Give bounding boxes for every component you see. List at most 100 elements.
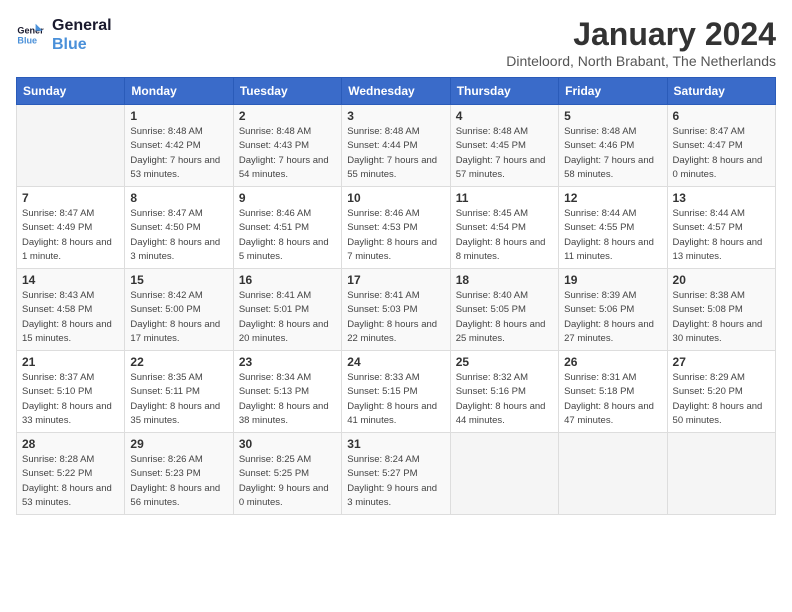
day-info: Sunrise: 8:48 AMSunset: 4:44 PMDaylight:… bbox=[347, 125, 444, 182]
weekday-header-wednesday: Wednesday bbox=[342, 78, 450, 105]
weekday-header-saturday: Saturday bbox=[667, 78, 775, 105]
day-number: 28 bbox=[22, 437, 119, 451]
day-number: 6 bbox=[673, 109, 770, 123]
day-info: Sunrise: 8:48 AMSunset: 4:45 PMDaylight:… bbox=[456, 125, 553, 182]
day-number: 1 bbox=[130, 109, 227, 123]
day-info: Sunrise: 8:28 AMSunset: 5:22 PMDaylight:… bbox=[22, 453, 119, 510]
weekday-header-tuesday: Tuesday bbox=[233, 78, 341, 105]
day-number: 24 bbox=[347, 355, 444, 369]
day-info: Sunrise: 8:39 AMSunset: 5:06 PMDaylight:… bbox=[564, 289, 661, 346]
day-info: Sunrise: 8:34 AMSunset: 5:13 PMDaylight:… bbox=[239, 371, 336, 428]
day-info: Sunrise: 8:45 AMSunset: 4:54 PMDaylight:… bbox=[456, 207, 553, 264]
day-info: Sunrise: 8:26 AMSunset: 5:23 PMDaylight:… bbox=[130, 453, 227, 510]
calendar-cell: 14 Sunrise: 8:43 AMSunset: 4:58 PMDayligh… bbox=[17, 269, 125, 351]
calendar-cell: 4 Sunrise: 8:48 AMSunset: 4:45 PMDaylight… bbox=[450, 105, 558, 187]
calendar-cell: 26Sunrise: 8:31 AMSunset: 5:18 PMDayligh… bbox=[559, 351, 667, 433]
day-info: Sunrise: 8:46 AMSunset: 4:53 PMDaylight:… bbox=[347, 207, 444, 264]
day-number: 26 bbox=[564, 355, 661, 369]
calendar-week-row: 14 Sunrise: 8:43 AMSunset: 4:58 PMDayligh… bbox=[17, 269, 776, 351]
day-number: 25 bbox=[456, 355, 553, 369]
day-info: Sunrise: 8:46 AMSunset: 4:51 PMDaylight:… bbox=[239, 207, 336, 264]
day-info: Sunrise: 8:29 AMSunset: 5:20 PMDaylight:… bbox=[673, 371, 770, 428]
calendar-body: 1 Sunrise: 8:48 AMSunset: 4:42 PMDaylight… bbox=[17, 105, 776, 515]
day-info: Sunrise: 8:47 AMSunset: 4:49 PMDaylight:… bbox=[22, 207, 119, 264]
day-number: 10 bbox=[347, 191, 444, 205]
calendar-week-row: 7 Sunrise: 8:47 AMSunset: 4:49 PMDaylight… bbox=[17, 187, 776, 269]
day-number: 16 bbox=[239, 273, 336, 287]
weekday-header-sunday: Sunday bbox=[17, 78, 125, 105]
calendar-cell: 31 Sunrise: 8:24 AMSunset: 5:27 PMDayligh… bbox=[342, 433, 450, 515]
calendar-cell bbox=[450, 433, 558, 515]
day-number: 7 bbox=[22, 191, 119, 205]
header: General Blue General Blue January 2024 D… bbox=[16, 16, 776, 69]
day-info: Sunrise: 8:48 AMSunset: 4:46 PMDaylight:… bbox=[564, 125, 661, 182]
logo-text-general: General bbox=[52, 16, 112, 35]
calendar-cell: 7 Sunrise: 8:47 AMSunset: 4:49 PMDaylight… bbox=[17, 187, 125, 269]
calendar-table: SundayMondayTuesdayWednesdayThursdayFrid… bbox=[16, 77, 776, 515]
day-info: Sunrise: 8:48 AMSunset: 4:42 PMDaylight:… bbox=[130, 125, 227, 182]
calendar-cell: 10 Sunrise: 8:46 AMSunset: 4:53 PMDayligh… bbox=[342, 187, 450, 269]
day-number: 5 bbox=[564, 109, 661, 123]
day-number: 11 bbox=[456, 191, 553, 205]
weekday-header-monday: Monday bbox=[125, 78, 233, 105]
day-info: Sunrise: 8:24 AMSunset: 5:27 PMDaylight:… bbox=[347, 453, 444, 510]
calendar-cell: 5 Sunrise: 8:48 AMSunset: 4:46 PMDaylight… bbox=[559, 105, 667, 187]
calendar-cell bbox=[17, 105, 125, 187]
calendar-week-row: 21Sunrise: 8:37 AMSunset: 5:10 PMDayligh… bbox=[17, 351, 776, 433]
calendar-cell: 24 Sunrise: 8:33 AMSunset: 5:15 PMDayligh… bbox=[342, 351, 450, 433]
calendar-cell: 11 Sunrise: 8:45 AMSunset: 4:54 PMDayligh… bbox=[450, 187, 558, 269]
weekday-header-row: SundayMondayTuesdayWednesdayThursdayFrid… bbox=[17, 78, 776, 105]
day-info: Sunrise: 8:48 AMSunset: 4:43 PMDaylight:… bbox=[239, 125, 336, 182]
calendar-cell: 1 Sunrise: 8:48 AMSunset: 4:42 PMDaylight… bbox=[125, 105, 233, 187]
day-number: 20 bbox=[673, 273, 770, 287]
calendar-cell: 3 Sunrise: 8:48 AMSunset: 4:44 PMDaylight… bbox=[342, 105, 450, 187]
day-number: 4 bbox=[456, 109, 553, 123]
day-info: Sunrise: 8:44 AMSunset: 4:57 PMDaylight:… bbox=[673, 207, 770, 264]
location-subtitle: Dinteloord, North Brabant, The Netherlan… bbox=[506, 53, 776, 69]
day-info: Sunrise: 8:43 AMSunset: 4:58 PMDaylight:… bbox=[22, 289, 119, 346]
calendar-cell: 17Sunrise: 8:41 AMSunset: 5:03 PMDayligh… bbox=[342, 269, 450, 351]
calendar-cell: 29 Sunrise: 8:26 AMSunset: 5:23 PMDayligh… bbox=[125, 433, 233, 515]
day-number: 14 bbox=[22, 273, 119, 287]
calendar-cell: 2 Sunrise: 8:48 AMSunset: 4:43 PMDaylight… bbox=[233, 105, 341, 187]
day-info: Sunrise: 8:42 AMSunset: 5:00 PMDaylight:… bbox=[130, 289, 227, 346]
calendar-week-row: 1 Sunrise: 8:48 AMSunset: 4:42 PMDaylight… bbox=[17, 105, 776, 187]
calendar-cell: 12Sunrise: 8:44 AMSunset: 4:55 PMDayligh… bbox=[559, 187, 667, 269]
calendar-cell: 28 Sunrise: 8:28 AMSunset: 5:22 PMDayligh… bbox=[17, 433, 125, 515]
calendar-cell: 19 Sunrise: 8:39 AMSunset: 5:06 PMDayligh… bbox=[559, 269, 667, 351]
day-number: 18 bbox=[456, 273, 553, 287]
day-number: 15 bbox=[130, 273, 227, 287]
day-number: 12 bbox=[564, 191, 661, 205]
day-number: 29 bbox=[130, 437, 227, 451]
day-number: 30 bbox=[239, 437, 336, 451]
calendar-cell: 15 Sunrise: 8:42 AMSunset: 5:00 PMDayligh… bbox=[125, 269, 233, 351]
day-info: Sunrise: 8:25 AMSunset: 5:25 PMDaylight:… bbox=[239, 453, 336, 510]
calendar-cell: 18Sunrise: 8:40 AMSunset: 5:05 PMDayligh… bbox=[450, 269, 558, 351]
logo-icon: General Blue bbox=[16, 21, 44, 49]
calendar-cell: 23 Sunrise: 8:34 AMSunset: 5:13 PMDayligh… bbox=[233, 351, 341, 433]
weekday-header-friday: Friday bbox=[559, 78, 667, 105]
day-number: 31 bbox=[347, 437, 444, 451]
calendar-cell: 25 Sunrise: 8:32 AMSunset: 5:16 PMDayligh… bbox=[450, 351, 558, 433]
svg-text:Blue: Blue bbox=[17, 36, 37, 46]
day-number: 19 bbox=[564, 273, 661, 287]
calendar-cell: 13Sunrise: 8:44 AMSunset: 4:57 PMDayligh… bbox=[667, 187, 775, 269]
calendar-cell: 6 Sunrise: 8:47 AMSunset: 4:47 PMDaylight… bbox=[667, 105, 775, 187]
logo: General Blue General Blue bbox=[16, 16, 112, 54]
day-number: 27 bbox=[673, 355, 770, 369]
day-info: Sunrise: 8:33 AMSunset: 5:15 PMDaylight:… bbox=[347, 371, 444, 428]
calendar-cell bbox=[559, 433, 667, 515]
day-number: 2 bbox=[239, 109, 336, 123]
day-number: 22 bbox=[130, 355, 227, 369]
calendar-cell: 21Sunrise: 8:37 AMSunset: 5:10 PMDayligh… bbox=[17, 351, 125, 433]
day-number: 3 bbox=[347, 109, 444, 123]
day-number: 17 bbox=[347, 273, 444, 287]
day-number: 23 bbox=[239, 355, 336, 369]
day-number: 9 bbox=[239, 191, 336, 205]
calendar-cell: 27 Sunrise: 8:29 AMSunset: 5:20 PMDayligh… bbox=[667, 351, 775, 433]
day-info: Sunrise: 8:47 AMSunset: 4:47 PMDaylight:… bbox=[673, 125, 770, 182]
weekday-header-thursday: Thursday bbox=[450, 78, 558, 105]
day-number: 8 bbox=[130, 191, 227, 205]
calendar-cell: 9 Sunrise: 8:46 AMSunset: 4:51 PMDaylight… bbox=[233, 187, 341, 269]
day-info: Sunrise: 8:32 AMSunset: 5:16 PMDaylight:… bbox=[456, 371, 553, 428]
